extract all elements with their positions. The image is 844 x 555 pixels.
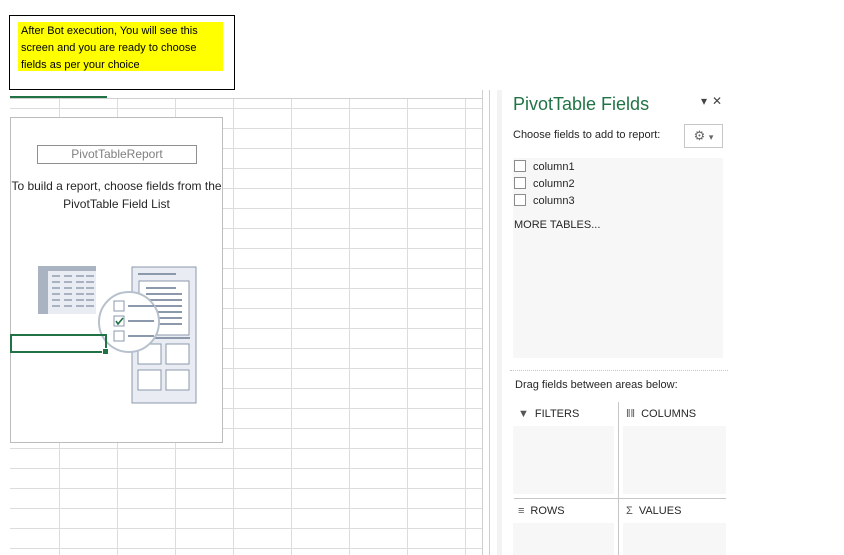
choose-fields-label: Choose fields to add to report: [513, 129, 661, 141]
table-icon [38, 266, 96, 314]
annotation-text: After Bot execution, You will see this s… [18, 22, 223, 71]
field-item-column1[interactable]: column1 [514, 160, 575, 177]
pane-controls: ▾ ✕ [701, 94, 727, 108]
tools-button[interactable]: ⚙ ▾ [684, 124, 723, 148]
drag-fields-label: Drag fields between areas below: [515, 379, 678, 391]
field-checkbox[interactable] [514, 194, 526, 206]
values-drop-zone[interactable] [623, 523, 726, 555]
more-tables-link[interactable]: MORE TABLES... [514, 219, 600, 231]
areas-vertical-separator [618, 402, 619, 555]
areas-separator [514, 498, 726, 499]
field-list: column1 column2 column3 MORE TABLES... [513, 158, 723, 358]
active-cell[interactable] [10, 334, 109, 355]
selected-column-indicator [10, 96, 107, 98]
chevron-down-icon[interactable]: ▾ [701, 94, 707, 108]
filters-label: FILTERS [534, 408, 580, 420]
field-label: column3 [533, 195, 575, 207]
field-item-column2[interactable]: column2 [514, 177, 575, 194]
pivot-illustration-icon [38, 266, 197, 404]
chevron-down-icon: ▾ [708, 132, 714, 142]
field-item-column3[interactable]: column3 [514, 194, 575, 211]
field-label: column2 [533, 178, 575, 190]
annotation-callout: After Bot execution, You will see this s… [9, 15, 235, 90]
filters-drop-zone[interactable] [513, 426, 614, 494]
rows-label: ROWS [530, 505, 565, 517]
columns-area-label: ‖‖ COLUMNS [626, 408, 696, 420]
pane-title: PivotTable Fields [513, 94, 650, 114]
close-icon[interactable]: ✕ [712, 94, 722, 108]
columns-icon: ‖‖ [626, 408, 636, 420]
values-area-label: Σ VALUES [626, 505, 681, 517]
sigma-icon: Σ [626, 505, 633, 517]
field-checkbox[interactable] [514, 160, 526, 172]
values-label: VALUES [638, 505, 682, 517]
magnifier-icon [98, 291, 160, 353]
vertical-scrollbar[interactable] [482, 90, 497, 555]
filter-icon: ▼ [518, 408, 529, 420]
columns-drop-zone[interactable] [623, 426, 726, 494]
pivottable-fields-pane: PivotTable Fields ▾ ✕ Choose fields to ad… [502, 90, 738, 555]
gear-icon: ⚙ [693, 128, 706, 143]
column-header-strip [10, 90, 482, 99]
field-checkbox[interactable] [514, 177, 526, 189]
rows-area-label: ≡ ROWS [518, 505, 565, 517]
field-label: column1 [533, 161, 575, 173]
columns-label: COLUMNS [641, 408, 697, 420]
areas-divider[interactable] [510, 370, 728, 371]
rows-drop-zone[interactable] [513, 523, 614, 555]
rows-icon: ≡ [518, 505, 525, 517]
filters-area-label: ▼ FILTERS [518, 408, 579, 420]
